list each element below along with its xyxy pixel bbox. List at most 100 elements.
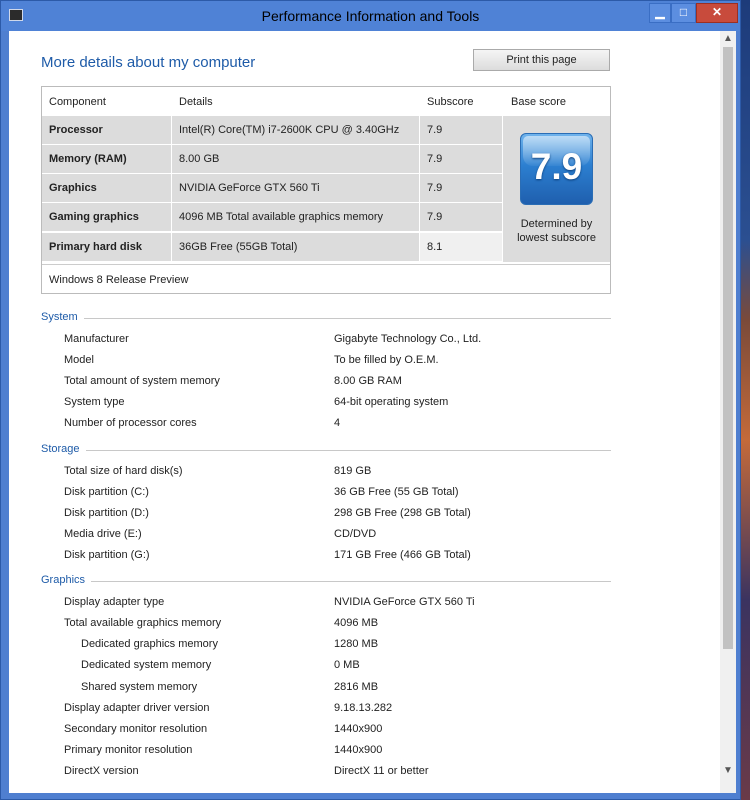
info-row: Media drive (E:) CD/DVD	[32, 528, 612, 542]
header-subscore: Subscore	[427, 96, 474, 108]
info-row: Primary monitor resolution 1440x900	[32, 744, 612, 758]
section-title: Graphics	[41, 574, 92, 586]
info-row: Disk partition (G:) 171 GB Free (466 GB T…	[32, 549, 612, 563]
scroll-up-icon[interactable]: ▲	[720, 33, 736, 44]
info-label: Disk partition (D:)	[64, 507, 149, 519]
info-row: Secondary monitor resolution 1440x900	[32, 723, 612, 737]
info-label: Total available graphics memory	[64, 617, 222, 629]
os-edition: Windows 8 Release Preview	[49, 274, 189, 286]
scrollbar-thumb[interactable]	[723, 47, 733, 649]
component-details: Intel(R) Core(TM) i7-2600K CPU @ 3.40GHz	[179, 124, 400, 136]
base-score-badge: 7.9	[520, 133, 593, 205]
content-area: More details about my computer Print thi…	[9, 31, 736, 793]
base-score-note-line2: lowest subscore	[517, 232, 596, 244]
component-details: 4096 MB Total available graphics memory	[179, 211, 384, 223]
info-label: System type	[64, 396, 125, 408]
component-name: Gaming graphics	[49, 211, 139, 223]
info-value: 8.00 GB RAM	[334, 375, 402, 387]
minimize-button[interactable]: ▁	[649, 3, 671, 23]
title-bar[interactable]: Performance Information and Tools ▁ □ ✕	[1, 1, 740, 31]
info-value: 0 MB	[334, 659, 360, 671]
section-storage: Storage	[41, 443, 611, 455]
info-value: 1280 MB	[334, 638, 379, 650]
component-subscore: 7.9	[427, 211, 443, 223]
window-title: Performance Information and Tools	[261, 8, 480, 24]
base-score-cell: 7.9 Determined by lowest subscore	[503, 116, 610, 262]
info-label: Display adapter type	[64, 596, 165, 608]
info-value: 2816 MB	[334, 681, 379, 693]
header-base-score: Base score	[511, 96, 567, 108]
component-details: 8.00 GB	[179, 153, 220, 165]
info-label: Total size of hard disk(s)	[64, 465, 183, 477]
info-value: 819 GB	[334, 465, 372, 477]
info-value: 298 GB Free (298 GB Total)	[334, 507, 471, 519]
print-button[interactable]: Print this page	[473, 49, 610, 71]
info-label: Secondary monitor resolution	[64, 723, 208, 735]
info-value: 9.18.13.282	[334, 702, 393, 714]
section-divider	[41, 581, 611, 582]
component-details: 36GB Free (55GB Total)	[179, 241, 298, 253]
base-score-note: Determined by lowest subscore	[503, 217, 610, 245]
close-button[interactable]: ✕	[696, 3, 738, 23]
page-title: More details about my computer	[41, 54, 256, 71]
info-row: Number of processor cores 4	[32, 417, 612, 431]
info-row: Shared system memory 2816 MB	[32, 681, 612, 695]
component-details: NVIDIA GeForce GTX 560 Ti	[179, 182, 320, 194]
section-graphics: Graphics	[41, 574, 611, 586]
info-value: 171 GB Free (466 GB Total)	[334, 549, 471, 561]
maximize-button[interactable]: □	[671, 3, 696, 23]
info-row: Disk partition (D:) 298 GB Free (298 GB T…	[32, 507, 612, 521]
component-name: Primary hard disk	[49, 241, 142, 253]
scroll-down-icon[interactable]: ▼	[720, 765, 736, 776]
info-row: DirectX version DirectX 11 or better	[32, 765, 612, 779]
table-row: Primary hard disk 36GB Free (55GB Total)…	[42, 233, 502, 261]
info-row: System type 64-bit operating system	[32, 396, 612, 410]
info-value: DirectX 11 or better	[334, 765, 429, 777]
info-label: Media drive (E:)	[64, 528, 142, 540]
base-score-value: 7.9	[530, 146, 583, 187]
info-value: 1440x900	[334, 744, 383, 756]
close-icon: ✕	[711, 5, 723, 19]
info-row: Dedicated graphics memory 1280 MB	[32, 638, 612, 652]
component-name: Memory (RAM)	[49, 153, 127, 165]
component-name: Processor	[49, 124, 103, 136]
info-row: Model To be filled by O.E.M.	[32, 354, 612, 368]
header-component: Component	[49, 96, 106, 108]
info-label: Total amount of system memory	[64, 375, 220, 387]
info-value: To be filled by O.E.M.	[334, 354, 439, 366]
info-value: 36 GB Free (55 GB Total)	[334, 486, 459, 498]
section-system: System	[41, 311, 611, 323]
info-value: CD/DVD	[334, 528, 377, 540]
info-row: Display adapter type NVIDIA GeForce GTX 5…	[32, 596, 612, 610]
info-label: Number of processor cores	[64, 417, 197, 429]
info-label: Shared system memory	[81, 681, 198, 693]
table-row: Memory (RAM) 8.00 GB 7.9	[42, 145, 502, 173]
info-label: Primary monitor resolution	[64, 744, 193, 756]
header-details: Details	[179, 96, 213, 108]
info-value: 1440x900	[334, 723, 383, 735]
component-subscore: 7.9	[427, 153, 443, 165]
info-row: Total size of hard disk(s) 819 GB	[32, 465, 612, 479]
info-label: Dedicated graphics memory	[81, 638, 218, 650]
info-value: 4096 MB	[334, 617, 379, 629]
info-row: Total available graphics memory 4096 MB	[32, 617, 612, 631]
info-label: Dedicated system memory	[81, 659, 212, 671]
component-subscore: 7.9	[427, 124, 443, 136]
section-divider	[41, 318, 611, 319]
component-subscore: 8.1	[427, 241, 443, 253]
app-window: Performance Information and Tools ▁ □ ✕ …	[0, 0, 741, 800]
info-row: Manufacturer Gigabyte Technology Co., Ltd…	[32, 333, 612, 347]
info-label: Disk partition (G:)	[64, 549, 150, 561]
minimize-icon: ▁	[655, 5, 665, 19]
info-value: 4	[334, 417, 341, 429]
info-label: Manufacturer	[64, 333, 129, 345]
section-divider	[41, 450, 611, 451]
info-row: Disk partition (C:) 36 GB Free (55 GB Tot…	[32, 486, 612, 500]
section-title: System	[41, 311, 84, 323]
info-row: Display adapter driver version 9.18.13.28…	[32, 702, 612, 716]
vertical-scrollbar[interactable]: ▲ ▼	[720, 31, 736, 793]
info-value: Gigabyte Technology Co., Ltd.	[334, 333, 482, 345]
info-label: DirectX version	[64, 765, 139, 777]
info-value: 64-bit operating system	[334, 396, 449, 408]
info-row: Dedicated system memory 0 MB	[32, 659, 612, 673]
